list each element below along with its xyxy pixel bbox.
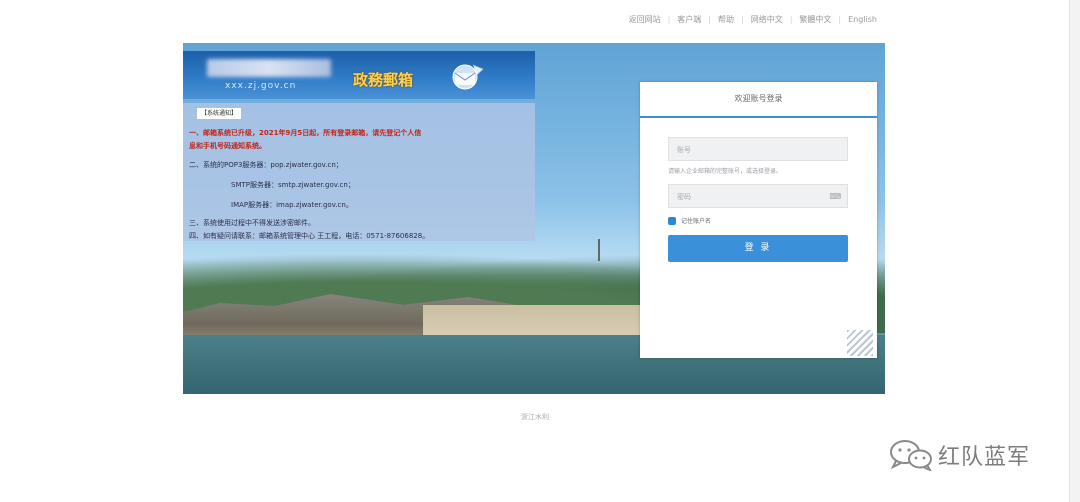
banner-domain: xxx.zj.gov.cn	[225, 81, 297, 91]
wechat-watermark: 红队蓝军	[888, 439, 1030, 471]
nav-link-simplified[interactable]: 网络中文	[744, 14, 790, 25]
mail-logo-banner: xxx.zj.gov.cn 政務郵箱	[183, 51, 535, 99]
password-input[interactable]: 密码 ⌨	[668, 184, 848, 208]
nav-link-help[interactable]: 帮助	[711, 14, 741, 25]
notice-line: 一、邮箱系统已升级，2021年9月5日起，所有登录邮箱，请先登记个人信	[189, 129, 422, 137]
login-card: 欢迎账号登录 账号 请输入企业邮箱的完整账号，或选择登录。 密码 ⌨ 记住账户名…	[640, 82, 877, 358]
notice-title: 【系统通知】	[197, 108, 242, 119]
notice-line: 四、如有疑问请联系：邮箱系统管理中心 王工程，电话：0571-87606828。	[189, 232, 430, 240]
banner-title: 政務郵箱	[353, 71, 414, 89]
password-placeholder: 密码	[677, 193, 691, 201]
nav-link-traditional[interactable]: 繁體中文	[792, 14, 838, 25]
blurred-org-name	[207, 59, 331, 77]
transmission-tower	[598, 239, 600, 261]
watermark-text: 红队蓝军	[938, 445, 1031, 470]
username-hint: 请输入企业邮箱的完整账号，或选择登录。	[668, 168, 783, 175]
login-header: 欢迎账号登录	[640, 82, 877, 118]
notice-line: IMAP服务器：imap.zjwater.gov.cn。	[231, 201, 353, 209]
page-scrollbar[interactable]	[1069, 0, 1080, 502]
notice-line: 息和手机号码通知系统。	[189, 142, 266, 150]
corner-qr-icon[interactable]	[847, 330, 873, 356]
footer-text: 浙江水利	[521, 413, 549, 421]
nav-link-home[interactable]: 返回网站	[622, 14, 668, 25]
username-input[interactable]: 账号	[668, 137, 848, 161]
notice-line: SMTP服务器：smtp.zjwater.gov.cn；	[231, 181, 355, 189]
keyboard-icon[interactable]: ⌨	[829, 185, 841, 209]
nav-link-client[interactable]: 客户端	[670, 14, 708, 25]
checkbox-checked-icon[interactable]	[668, 216, 676, 225]
system-notice: 【系统通知】 一、邮箱系统已升级，2021年9月5日起，所有登录邮箱，请先登记个…	[183, 103, 535, 241]
notice-line: 三、系统使用过程中不得发送涉密邮件。	[189, 219, 315, 227]
remember-account-checkbox[interactable]: 记住账户名	[668, 216, 711, 225]
nav-link-english[interactable]: English	[841, 15, 884, 24]
remember-label: 记住账户名	[681, 218, 712, 225]
globe-envelope-icon	[452, 64, 484, 90]
notice-line: 二、系统的POP3服务器：pop.zjwater.gov.cn；	[189, 161, 343, 169]
wechat-icon	[890, 440, 932, 471]
login-button[interactable]: 登 录	[668, 235, 848, 262]
top-nav: 返回网站 | 客户端 | 帮助 | 网络中文 | 繁體中文 | English	[622, 14, 884, 25]
